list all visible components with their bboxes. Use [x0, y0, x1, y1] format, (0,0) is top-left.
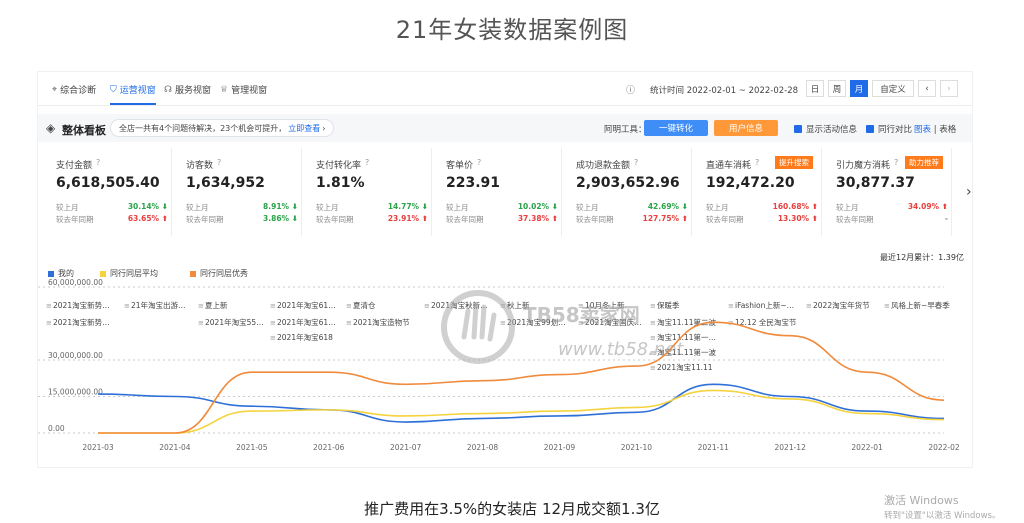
activity-label[interactable]: 淘宝11.11第一…: [657, 332, 716, 342]
page-title: 21年女装数据案例图: [395, 16, 629, 44]
caption: 推广费用在3.5%的女装店 12月成交额1.3亿: [364, 500, 660, 518]
activity-marker: ≡: [270, 334, 276, 342]
activity-label[interactable]: 2021淘宝秋新…: [431, 300, 488, 310]
activity-marker: ≡: [578, 302, 584, 310]
activity-marker: ≡: [46, 302, 52, 310]
activity-label[interactable]: 2021淘宝造物节: [353, 317, 410, 327]
activity-marker: ≡: [728, 302, 734, 310]
x-tick-label: 2021-08: [467, 443, 499, 452]
activity-label[interactable]: 淘宝11.11第一波: [657, 347, 716, 357]
activity-label[interactable]: 2021年淘宝618: [277, 332, 333, 342]
activity-label[interactable]: 2022淘宝年货节: [813, 300, 870, 310]
activity-marker: ≡: [578, 319, 584, 327]
x-tick-label: 2021-05: [236, 443, 268, 452]
activity-label[interactable]: 12.12 全民淘宝节: [735, 317, 797, 327]
x-tick-label: 2022-02: [928, 443, 960, 452]
activity-label[interactable]: 2021淘宝99划…: [507, 317, 566, 327]
activity-marker: ≡: [270, 319, 276, 327]
activity-marker: ≡: [650, 364, 656, 372]
activity-marker: ≡: [650, 334, 656, 342]
dashboard-frame: ⌖ 综合诊断 ⛉ 运营视窗 ☊ 服务视窗 ♕ 管理视窗 ⓘ 统计时间 2022-02-0…: [38, 72, 972, 467]
activity-label[interactable]: 保暖季: [657, 300, 680, 310]
activity-marker: ≡: [884, 302, 890, 310]
x-tick-label: 2021-07: [390, 443, 422, 452]
y-tick-label: 0.00: [48, 424, 65, 433]
activity-label[interactable]: 2021淘宝11.11: [657, 362, 713, 372]
x-tick-label: 2021-09: [544, 443, 576, 452]
x-tick-label: 2021-03: [82, 443, 114, 452]
activity-label[interactable]: 2021淘宝新势…: [53, 300, 110, 310]
activity-marker: ≡: [424, 302, 430, 310]
activity-marker: ≡: [346, 319, 352, 327]
y-tick-label: 15,000,000.00: [48, 388, 103, 397]
activity-label[interactable]: 秋上新: [507, 300, 530, 310]
activity-label[interactable]: 夏上新: [205, 300, 228, 310]
y-tick-label: 30,000,000.00: [48, 351, 103, 360]
line-chart: 0.00 15,000,000.00 30,000,000.00 60,000,000…: [38, 278, 960, 452]
activity-label[interactable]: 21年淘宝出游…: [131, 300, 186, 310]
activity-marker: ≡: [500, 319, 506, 327]
x-tick-label: 2021-11: [698, 443, 730, 452]
windows-activation-title: 激活 Windows: [884, 494, 959, 507]
activity-label[interactable]: iFashion上新~…: [735, 300, 794, 310]
activity-label[interactable]: 2021年淘宝61…: [277, 317, 336, 327]
x-tick-label: 2021-10: [621, 443, 653, 452]
activity-marker: ≡: [46, 319, 52, 327]
y-tick-label: 60,000,000.00: [48, 278, 103, 287]
activity-label[interactable]: 2021淘宝国庆…: [585, 317, 642, 327]
activity-label[interactable]: 风格上新~早春季: [891, 300, 950, 310]
activity-marker: ≡: [198, 302, 204, 310]
activity-marker: ≡: [270, 302, 276, 310]
activity-label[interactable]: 2021年淘宝61…: [277, 300, 336, 310]
activity-marker: ≡: [650, 349, 656, 357]
activity-marker: ≡: [650, 319, 656, 327]
windows-activation-hint: 转到"设置"以激活 Windows。: [884, 511, 1001, 521]
activity-label[interactable]: 10月冬上新: [585, 300, 625, 310]
activity-marker: ≡: [198, 319, 204, 327]
activity-label[interactable]: 2021年淘宝55…: [205, 317, 264, 327]
x-tick-label: 2021-04: [159, 443, 191, 452]
activity-marker: ≡: [346, 302, 352, 310]
activity-marker: ≡: [124, 302, 130, 310]
activity-label[interactable]: 夏清仓: [353, 300, 376, 310]
x-tick-label: 2022-01: [851, 443, 883, 452]
activity-marker: ≡: [806, 302, 812, 310]
x-tick-label: 2021-06: [313, 443, 345, 452]
activity-marker: ≡: [500, 302, 506, 310]
activity-marker: ≡: [650, 302, 656, 310]
activity-label[interactable]: 2021淘宝新势…: [53, 317, 110, 327]
x-tick-label: 2021-12: [775, 443, 807, 452]
